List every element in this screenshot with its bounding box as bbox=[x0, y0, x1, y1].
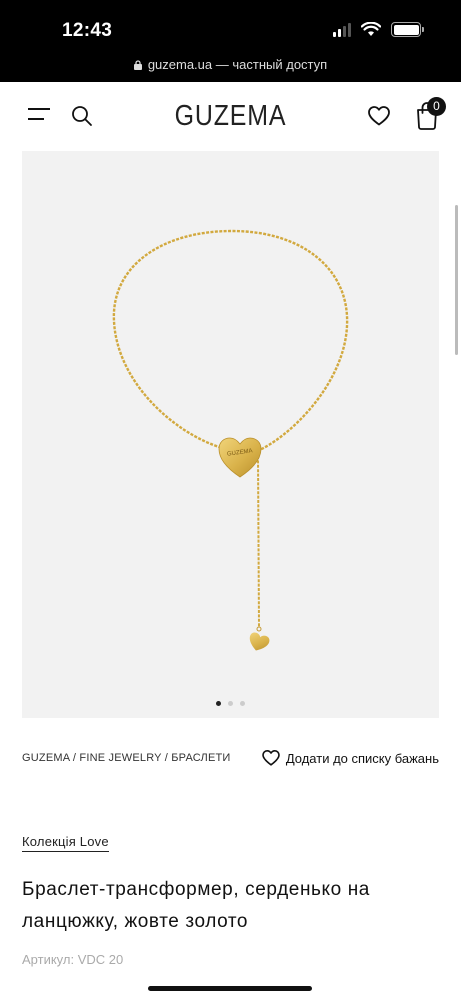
cart-count-badge: 0 bbox=[427, 97, 446, 116]
lock-icon bbox=[133, 60, 142, 70]
page-scrollbar[interactable] bbox=[455, 205, 458, 355]
url-text: guzema.ua bbox=[147, 57, 213, 72]
product-sku: Артикул: VDC 20 bbox=[22, 952, 124, 967]
status-icons bbox=[333, 22, 424, 37]
battery-icon bbox=[391, 22, 424, 37]
product-title: Браслет-трансформер, серденько на ланцюж… bbox=[22, 879, 370, 932]
home-indicator[interactable] bbox=[148, 986, 312, 991]
wishlist-label: Додати до списку бажань bbox=[285, 750, 439, 766]
cellular-signal-icon bbox=[333, 22, 351, 37]
url-private-label: — частный доступ bbox=[215, 57, 328, 72]
gallery-dot[interactable] bbox=[216, 701, 221, 706]
product-image-gallery[interactable]: GUZEMA bbox=[22, 151, 439, 718]
site-header: GUZEMA bbox=[0, 82, 461, 150]
status-time: 12:43 bbox=[62, 20, 113, 41]
url-bar[interactable]: guzema.ua — частный доступ bbox=[0, 57, 461, 72]
heart-icon bbox=[262, 750, 280, 766]
gallery-pagination[interactable] bbox=[22, 701, 439, 706]
bracelet-image: GUZEMA bbox=[112, 229, 349, 651]
heart-icon[interactable] bbox=[368, 106, 390, 126]
status-bar: 12:43 guzema.ua — частный доступ bbox=[0, 0, 461, 82]
add-to-wishlist-button[interactable]: Додати до списку бажань bbox=[262, 750, 439, 766]
breadcrumb[interactable]: GUZEMA / FINE JEWELRY / БРАСЛЕТИ bbox=[22, 752, 231, 764]
wifi-icon bbox=[361, 22, 381, 36]
gallery-dot[interactable] bbox=[228, 701, 233, 706]
collection-link[interactable]: Колекція Love bbox=[22, 834, 109, 852]
gallery-dot[interactable] bbox=[240, 701, 245, 706]
